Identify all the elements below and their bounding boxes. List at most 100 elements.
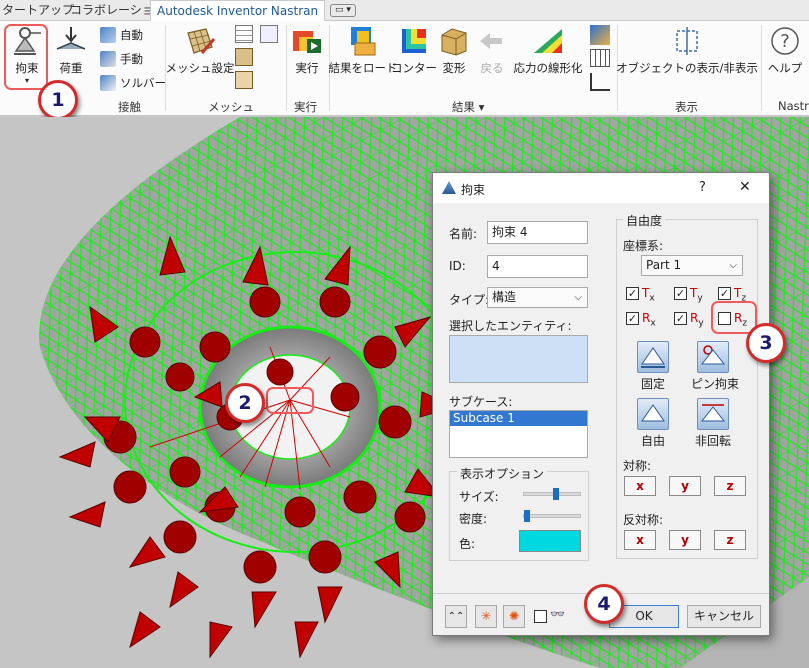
pin-label: ピン拘束 <box>690 377 739 391</box>
help-button[interactable]: ? ヘルプ <box>766 25 804 76</box>
table-results-icon[interactable] <box>590 49 610 67</box>
cancel-button[interactable]: キャンセル <box>687 605 761 628</box>
subcase-list[interactable]: Subcase 1 <box>449 410 588 458</box>
mesh-settings-icon <box>187 28 216 54</box>
symmetry-z-button[interactable]: z <box>714 476 746 496</box>
back-arrow-icon <box>480 33 502 49</box>
selected-entities-box[interactable] <box>449 335 588 383</box>
back-button[interactable]: 戻る <box>476 25 508 76</box>
run-button[interactable]: 実行 <box>292 25 322 76</box>
load-results-button[interactable]: 結果をロード <box>329 25 398 76</box>
tab-nastran[interactable]: Autodesk Inventor Nastran <box>150 0 326 21</box>
id-field[interactable]: 4 <box>487 255 588 278</box>
callout-4: 4 <box>584 584 624 624</box>
qat-dropdown-button[interactable]: ▭ ▾ <box>330 4 356 17</box>
size-slider[interactable] <box>523 488 581 500</box>
deform-icon <box>441 28 467 56</box>
run-icon <box>293 31 321 53</box>
color-label: 色: <box>459 537 476 551</box>
constraint-icon <box>442 181 456 194</box>
constraint-highlight <box>4 24 48 90</box>
symmetry-y-button[interactable]: y <box>669 476 701 496</box>
free-button[interactable] <box>637 398 669 430</box>
symmetry-x-button[interactable]: x <box>624 476 656 496</box>
group-mesh-label: メッシュ <box>208 100 254 114</box>
fixed-label: 固定 <box>640 377 665 391</box>
dof-ty-sub: y <box>697 293 703 304</box>
callout-1: 1 <box>38 80 78 120</box>
coord-label: 座標系: <box>623 239 664 253</box>
dialog-title-bar[interactable]: 拘束 ? ✕ <box>433 173 769 203</box>
name-label: 名前: <box>449 227 478 241</box>
dof-ty-checkbox[interactable]: ✓ <box>674 287 687 300</box>
mesh-table-icon[interactable] <box>235 25 253 43</box>
dialog-title: 拘束 <box>461 183 486 197</box>
probe-icon[interactable] <box>590 25 610 45</box>
load-icon <box>56 27 86 50</box>
deform-button[interactable]: 変形 <box>438 25 470 76</box>
dof-tx-checkbox[interactable]: ✓ <box>626 287 639 300</box>
fixed-button[interactable] <box>637 341 669 373</box>
solver-contact-icon <box>100 75 116 91</box>
manual-contact-icon <box>100 51 116 67</box>
no-rotation-button[interactable] <box>697 398 729 430</box>
mesh-settings-button[interactable]: メッシュ設定 <box>166 25 235 76</box>
density-slider-thumb[interactable] <box>524 510 530 522</box>
stress-linearize-button[interactable]: 応力の線形化 <box>512 25 584 76</box>
color-swatch[interactable] <box>519 530 581 552</box>
graph-icon[interactable] <box>590 73 610 91</box>
burst-icon[interactable]: ✳ <box>475 605 497 628</box>
close-icon[interactable]: ✕ <box>739 179 751 195</box>
load-results-icon <box>351 27 376 56</box>
collapse-icon[interactable]: ⌃⌃ <box>445 605 467 628</box>
contact-auto-button[interactable]: 自動 <box>100 27 143 43</box>
help-icon: ? <box>771 27 799 55</box>
mesh-local-icon[interactable] <box>235 71 253 89</box>
dof-rx-checkbox[interactable]: ✓ <box>626 312 639 325</box>
free-icon <box>641 404 665 422</box>
group-results-label[interactable]: 結果 ▾ <box>452 99 484 115</box>
dof-tz-checkbox[interactable]: ✓ <box>718 287 731 300</box>
pin-icon <box>700 345 726 365</box>
mesh-grid-icon[interactable] <box>235 48 253 66</box>
antisymmetry-z-button[interactable]: z <box>714 530 746 550</box>
dof-tx-sub: x <box>649 293 655 304</box>
size-label: サイズ: <box>459 490 499 504</box>
contact-solver-button[interactable]: ソルバー <box>100 75 166 91</box>
contour-button[interactable]: コンター <box>391 25 437 76</box>
help-button[interactable]: ? <box>699 180 706 195</box>
type-select[interactable]: 構造 ⌵ <box>487 287 588 308</box>
burst-alt-icon[interactable]: ✺ <box>503 605 525 628</box>
contact-manual-button[interactable]: 手動 <box>100 51 143 67</box>
size-slider-thumb[interactable] <box>552 488 559 500</box>
dof-ry-sub: y <box>698 318 704 329</box>
callout-3: 3 <box>746 323 786 363</box>
id-label: ID: <box>449 259 466 273</box>
contour-icon <box>402 29 426 53</box>
object-visibility-button[interactable]: オブジェクトの表示/非表示 <box>616 25 758 76</box>
density-label: 密度: <box>459 512 488 526</box>
mesh-refine-icon[interactable] <box>260 25 278 43</box>
load-button[interactable]: 荷重 <box>56 25 86 76</box>
glasses-icon: 👓 <box>550 607 565 621</box>
group-display-label: 表示 <box>675 100 698 114</box>
pin-button[interactable] <box>697 341 729 373</box>
object-visibility-label: オブジェクトの表示/非表示 <box>616 61 758 75</box>
object-visibility-icon <box>676 27 698 55</box>
dof-ry-checkbox[interactable]: ✓ <box>674 312 687 325</box>
chevron-down-icon: ⌵ <box>574 292 582 303</box>
type-value: 構造 <box>492 290 517 304</box>
density-slider[interactable] <box>523 510 581 522</box>
back-label: 戻る <box>480 61 504 75</box>
selected-entities-label: 選択したエンティティ: <box>449 319 572 333</box>
help-label: ヘルプ <box>767 61 803 75</box>
antisymmetry-x-button[interactable]: x <box>624 530 656 550</box>
preview-checkbox[interactable] <box>534 610 547 623</box>
group-nastran-label: Nastra <box>778 99 809 113</box>
antisymmetry-y-button[interactable]: y <box>669 530 701 550</box>
contact-manual-label: 手動 <box>120 52 143 66</box>
dof-rx-sub: x <box>650 318 656 329</box>
coord-select[interactable]: Part 1 ⌵ <box>641 255 743 276</box>
name-field[interactable]: 拘束 4 <box>487 221 588 244</box>
subcase-item[interactable]: Subcase 1 <box>450 411 587 426</box>
